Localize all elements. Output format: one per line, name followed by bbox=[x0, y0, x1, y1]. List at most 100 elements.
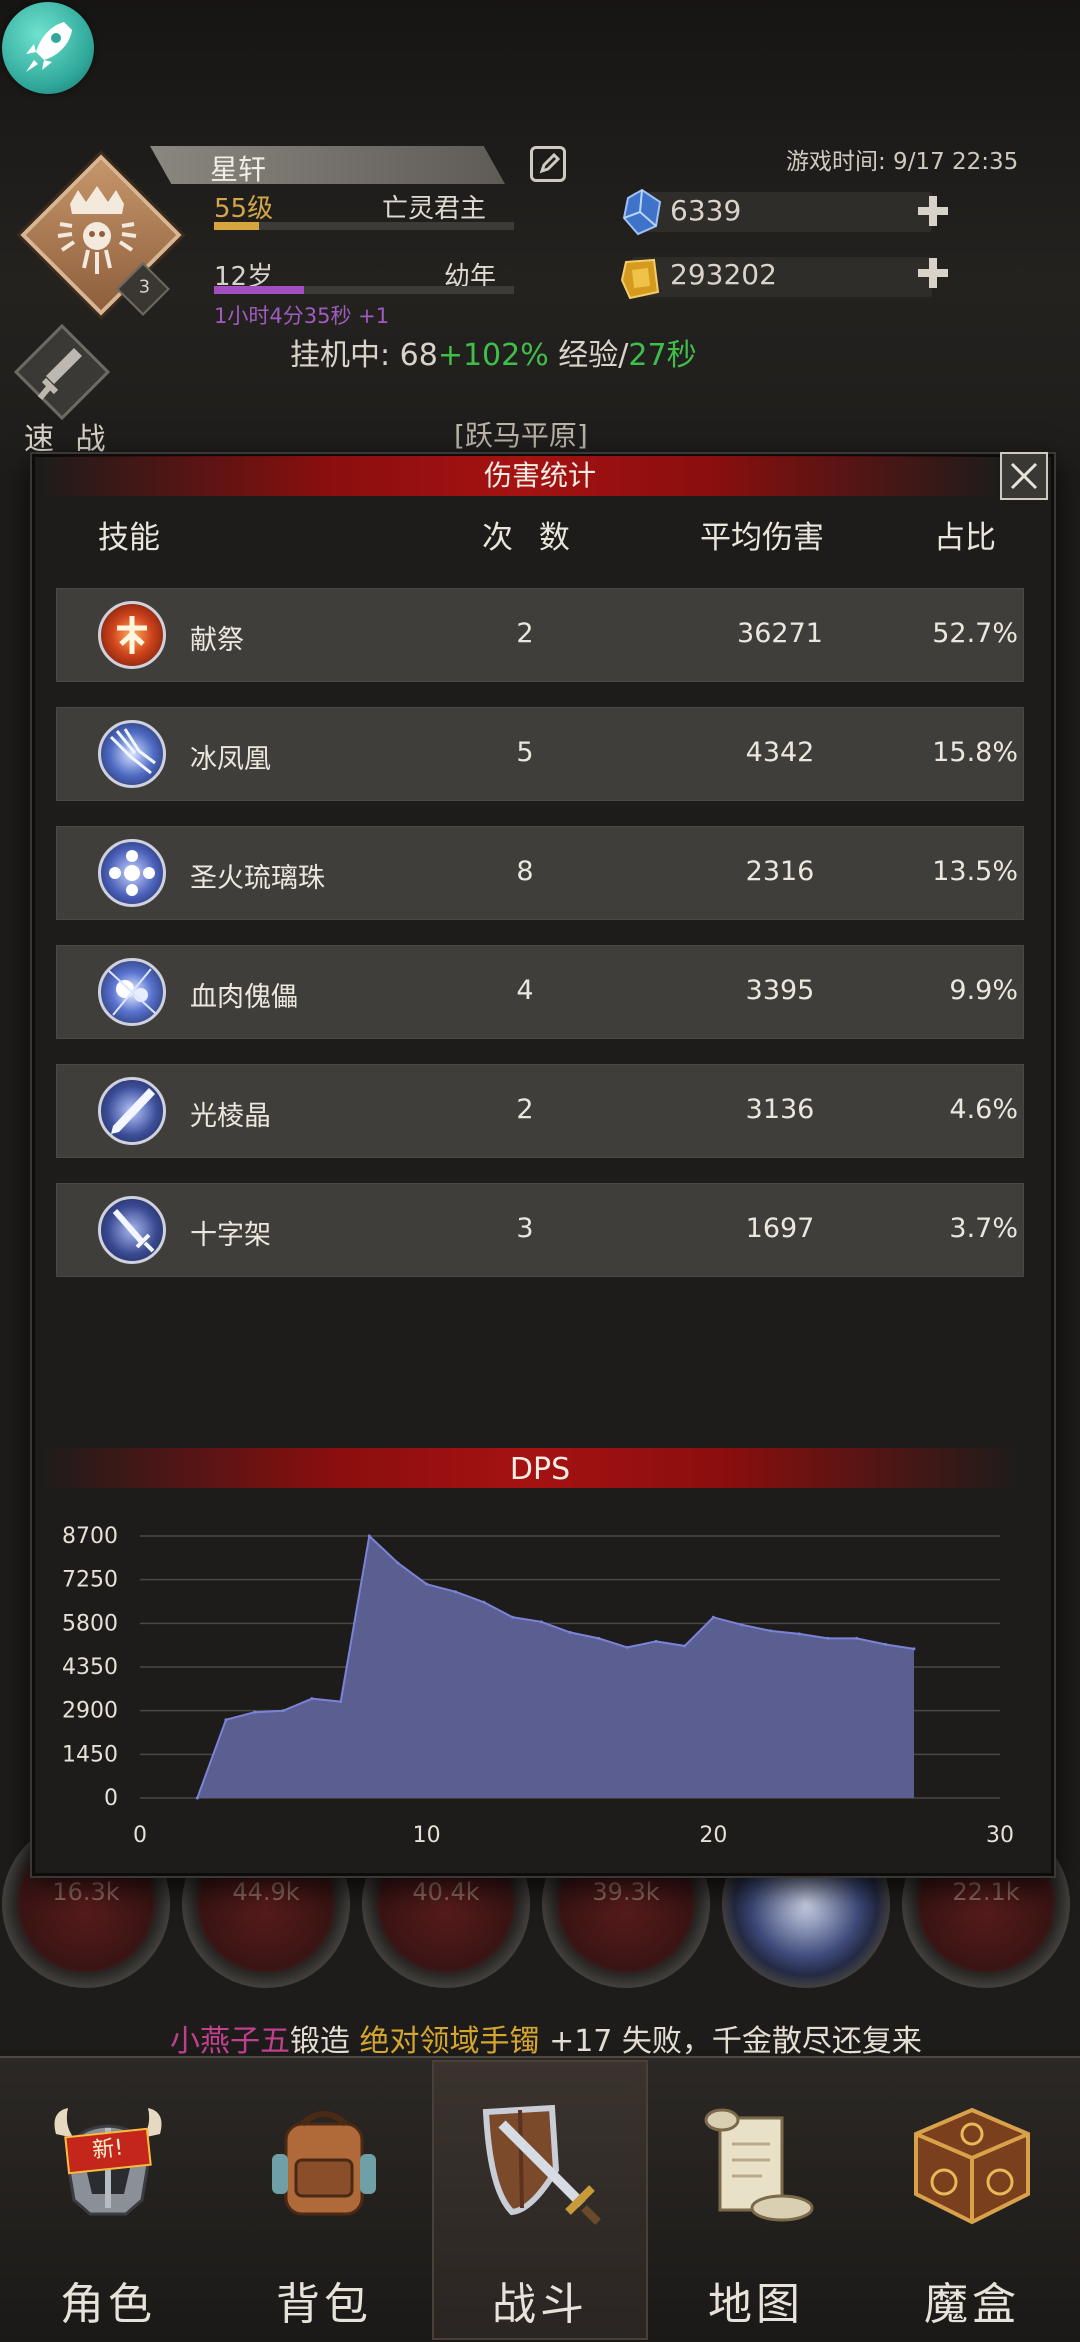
dps-point bbox=[797, 1632, 801, 1636]
nav-item-character[interactable]: 新! 角色 bbox=[0, 2060, 216, 2340]
dps-point bbox=[425, 1582, 429, 1586]
skill-name: 光棱晶 bbox=[190, 1101, 271, 1132]
skill-orb-value: 16.3k bbox=[52, 1878, 120, 1906]
column-header-count: 次 数 bbox=[482, 520, 578, 556]
dps-chart: 0 1450 2900 4350 5800 7250 8700 0 10 20 30 bbox=[62, 1524, 1014, 1848]
flesh-golem-icon bbox=[98, 958, 166, 1026]
quick-battle-icon bbox=[37, 348, 82, 400]
skill-name: 十字架 bbox=[190, 1220, 271, 1251]
close-icon bbox=[1010, 462, 1038, 490]
dps-point bbox=[568, 1630, 572, 1634]
dps-point bbox=[654, 1639, 658, 1643]
edit-name-icon[interactable] bbox=[530, 146, 566, 182]
nav-item-magic-box[interactable]: 魔盒 bbox=[864, 2060, 1080, 2340]
gold-value: 293202 bbox=[670, 258, 777, 291]
x-tick-label: 30 bbox=[986, 1823, 1014, 1848]
column-header-ratio: 占比 bbox=[934, 520, 996, 556]
nav-item-battle[interactable]: 战斗 bbox=[432, 2060, 648, 2340]
player-title: 亡灵君主 bbox=[382, 194, 487, 224]
skill-average-damage: 3136 bbox=[745, 1094, 815, 1125]
dps-point bbox=[855, 1636, 859, 1640]
gold-coin-icon bbox=[620, 258, 660, 300]
dps-point bbox=[396, 1561, 400, 1565]
level-progress-track bbox=[214, 222, 514, 230]
skill-average-damage: 1697 bbox=[745, 1213, 815, 1244]
x-tick-label: 20 bbox=[699, 1823, 727, 1848]
age-timer: 1小时4分35秒 +1 bbox=[214, 304, 390, 328]
skill-count: 2 bbox=[516, 618, 534, 649]
dialog-title: 伤害统计 bbox=[483, 459, 596, 492]
skill-name: 冰凤凰 bbox=[190, 744, 271, 775]
close-button[interactable] bbox=[1000, 452, 1048, 500]
skill-name: 圣火琉璃珠 bbox=[190, 863, 325, 894]
dps-point bbox=[711, 1615, 715, 1619]
dps-title: DPS bbox=[509, 1452, 571, 1487]
age-progress-fill bbox=[214, 286, 304, 294]
nav-label: 战斗 bbox=[492, 2279, 588, 2330]
level-text: 55级 bbox=[214, 194, 274, 224]
dps-point bbox=[482, 1600, 486, 1604]
game-time: 游戏时间: 9/17 22:35 bbox=[786, 149, 1019, 175]
nav-label: 角色 bbox=[60, 2279, 156, 2330]
skill-ratio: 13.5% bbox=[932, 856, 1018, 887]
y-tick-label: 8700 bbox=[62, 1524, 118, 1549]
location-label: [跃马平原] bbox=[454, 419, 588, 452]
sword-shield-icon bbox=[482, 2104, 601, 2225]
column-header-average-damage: 平均伤害 bbox=[700, 520, 824, 556]
skill-orb-value: 22.1k bbox=[952, 1878, 1020, 1906]
add-gem-button[interactable] bbox=[916, 194, 950, 228]
skill-count: 8 bbox=[516, 856, 534, 887]
rocket-button[interactable] bbox=[2, 2, 94, 94]
dps-point bbox=[683, 1644, 687, 1648]
dps-point bbox=[511, 1615, 515, 1619]
x-tick-label: 10 bbox=[413, 1823, 441, 1848]
x-tick-label: 0 bbox=[133, 1823, 147, 1848]
dps-point bbox=[597, 1636, 601, 1640]
dps-point bbox=[625, 1645, 629, 1649]
add-gold-button[interactable] bbox=[916, 256, 950, 290]
skill-orb-value: 40.4k bbox=[412, 1878, 480, 1906]
dps-point bbox=[883, 1642, 887, 1646]
skill-count: 5 bbox=[516, 737, 534, 768]
nav-item-backpack[interactable]: 背包 bbox=[216, 2060, 432, 2340]
faint-title bbox=[590, 8, 790, 38]
skill-orb-value: 44.9k bbox=[232, 1878, 300, 1906]
nav-label: 背包 bbox=[276, 2279, 372, 2330]
nav-label: 魔盒 bbox=[924, 2279, 1020, 2330]
player-name: 星轩 bbox=[210, 153, 267, 186]
dps-point bbox=[224, 1718, 228, 1722]
y-tick-label: 7250 bbox=[62, 1568, 118, 1593]
y-tick-label: 0 bbox=[104, 1786, 118, 1811]
nav-item-map[interactable]: 地图 bbox=[648, 2060, 864, 2340]
y-tick-label: 2900 bbox=[62, 1699, 118, 1724]
blue-gem-icon bbox=[622, 188, 662, 236]
skill-ratio: 52.7% bbox=[932, 618, 1018, 649]
y-tick-label: 4350 bbox=[62, 1655, 118, 1680]
skill-name: 献祭 bbox=[190, 625, 244, 656]
skill-average-damage: 36271 bbox=[737, 618, 823, 649]
cross-sword-icon bbox=[98, 1196, 166, 1264]
magic-box-icon bbox=[914, 2107, 1030, 2225]
name-plate bbox=[150, 146, 505, 184]
skill-count: 2 bbox=[516, 1094, 534, 1125]
rocket-icon bbox=[26, 22, 72, 72]
skill-count: 3 bbox=[516, 1213, 534, 1244]
skill-ratio: 3.7% bbox=[949, 1213, 1018, 1244]
dps-point bbox=[195, 1796, 199, 1800]
skill-orb-value: 39.3k bbox=[592, 1878, 660, 1906]
y-tick-label: 5800 bbox=[62, 1611, 118, 1636]
skill-average-damage: 2316 bbox=[745, 856, 815, 887]
level-progress-fill bbox=[214, 222, 259, 230]
skill-count: 4 bbox=[516, 975, 534, 1006]
dps-point bbox=[539, 1620, 543, 1624]
skill-ratio: 15.8% bbox=[932, 737, 1018, 768]
sacrifice-icon bbox=[98, 601, 166, 669]
scroll-map-icon bbox=[704, 2108, 814, 2222]
gem-value: 6339 bbox=[670, 194, 742, 227]
ice-phoenix-icon bbox=[98, 720, 166, 788]
dps-point bbox=[453, 1590, 457, 1594]
skill-ratio: 9.9% bbox=[949, 975, 1018, 1006]
skill-ratio: 4.6% bbox=[949, 1094, 1018, 1125]
dps-point bbox=[912, 1647, 916, 1651]
dps-point bbox=[769, 1629, 773, 1633]
